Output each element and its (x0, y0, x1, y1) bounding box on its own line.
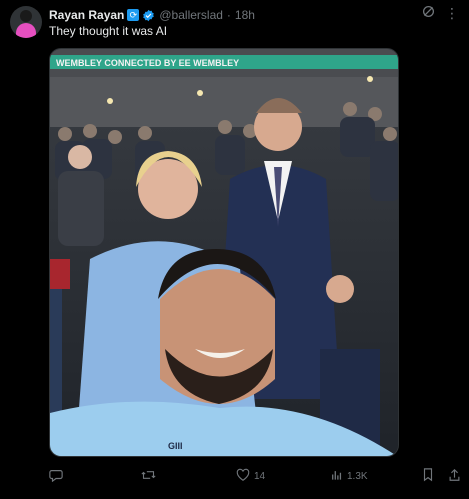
jersey-text: GIII (168, 441, 183, 451)
share-icon (448, 468, 461, 485)
tweet-header: Rayan Rayan ⟳ @ballerslad · 18h (49, 6, 255, 24)
reply-icon (49, 468, 63, 485)
selfie-photo-illustration: WEMBLEY CONNECTED BY EE WEMBLEY GIII (50, 49, 398, 456)
avatar-head-shape (20, 10, 32, 22)
repost-button[interactable] (141, 468, 160, 485)
banner-text: WEMBLEY CONNECTED BY EE WEMBLEY (56, 58, 239, 68)
like-count: 14 (254, 471, 266, 482)
views-button[interactable]: 1.3K (331, 468, 368, 484)
timestamp[interactable]: 18h (235, 8, 255, 22)
grok-icon[interactable] (422, 5, 435, 21)
verified-badge-icon (143, 9, 155, 21)
tweet-text: They thought it was AI (49, 24, 168, 38)
repost-icon (141, 468, 156, 485)
reply-button[interactable] (49, 468, 67, 485)
more-icon[interactable]: ⋮ (445, 5, 459, 21)
action-bar: 14 1.3K (49, 468, 464, 486)
recycle-emoji-icon: ⟳ (127, 9, 140, 21)
views-icon (331, 468, 343, 484)
avatar[interactable] (10, 6, 42, 38)
display-name[interactable]: Rayan Rayan (49, 8, 124, 22)
share-button[interactable] (448, 468, 461, 485)
bookmark-button[interactable] (422, 468, 434, 485)
avatar-shirt-shape (16, 23, 36, 38)
views-count: 1.3K (347, 470, 368, 482)
bookmark-icon (422, 468, 434, 485)
tweet-photo[interactable]: WEMBLEY CONNECTED BY EE WEMBLEY GIII (49, 48, 399, 457)
like-button[interactable]: 14 (236, 468, 265, 485)
top-icons: ⋮ (422, 5, 459, 21)
separator-dot: · (226, 8, 231, 22)
heart-icon (236, 468, 250, 485)
handle[interactable]: @ballerslad (159, 8, 223, 22)
tweet: Rayan Rayan ⟳ @ballerslad · 18h ⋮ They t… (0, 0, 469, 499)
